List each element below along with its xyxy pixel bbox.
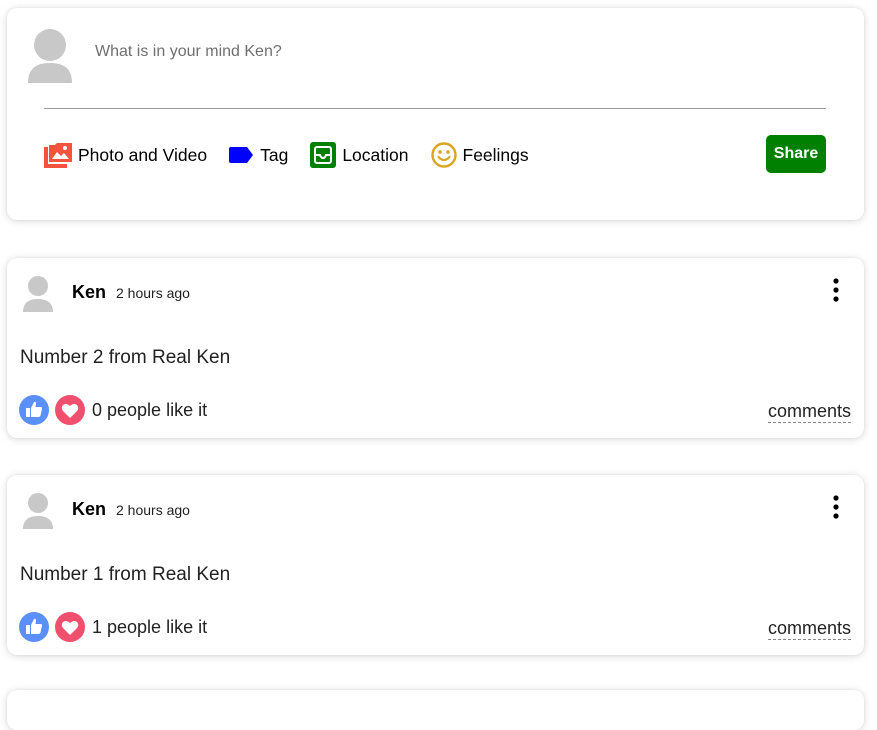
avatar-icon: [23, 493, 53, 529]
share-button[interactable]: Share: [766, 135, 826, 173]
post-username[interactable]: Ken: [72, 282, 106, 303]
location-icon: [310, 142, 337, 168]
post-text: Number 1 from Real Ken: [20, 564, 231, 585]
post-card: Ken 2 hours ago Number 2 from Real Ken 0…: [7, 258, 864, 438]
share-input[interactable]: [95, 40, 815, 64]
more-vert-icon[interactable]: [831, 278, 841, 302]
like-icon[interactable]: [19, 612, 49, 642]
avatar-icon: [28, 29, 72, 83]
post-username[interactable]: Ken: [72, 499, 106, 520]
like-count: 0 people like it: [92, 400, 208, 420]
option-tag[interactable]: Tag: [229, 145, 288, 166]
post-time: 2 hours ago: [116, 502, 190, 518]
post-time: 2 hours ago: [116, 285, 190, 301]
heart-icon[interactable]: [55, 395, 85, 425]
tag-icon: [229, 147, 254, 163]
feelings-icon: [430, 142, 457, 168]
option-photo-video[interactable]: Photo and Video: [44, 142, 207, 168]
option-label: Location: [342, 144, 409, 165]
option-label: Photo and Video: [78, 144, 208, 165]
heart-icon[interactable]: [55, 612, 85, 642]
photo-video-icon: [44, 143, 72, 168]
post-text: Number 2 from Real Ken: [20, 347, 231, 368]
share-card: Photo and Video Tag Location Feelings: [7, 8, 864, 220]
comments-link[interactable]: comments: [767, 617, 851, 640]
option-label: Tag: [260, 144, 289, 165]
post-card-partial: [7, 690, 864, 730]
post-card: Ken 2 hours ago Number 1 from Real Ken 1…: [7, 475, 864, 655]
option-feelings[interactable]: Feelings: [430, 142, 529, 168]
comments-link[interactable]: comments: [767, 400, 851, 423]
option-label: Feelings: [462, 144, 529, 165]
like-icon[interactable]: [19, 395, 49, 425]
share-options: Photo and Video Tag Location Feelings: [44, 140, 551, 170]
share-divider: [44, 108, 826, 109]
more-vert-icon[interactable]: [831, 495, 841, 519]
option-location[interactable]: Location: [310, 142, 409, 168]
like-count: 1 people like it: [92, 617, 208, 637]
avatar-icon: [23, 276, 53, 312]
